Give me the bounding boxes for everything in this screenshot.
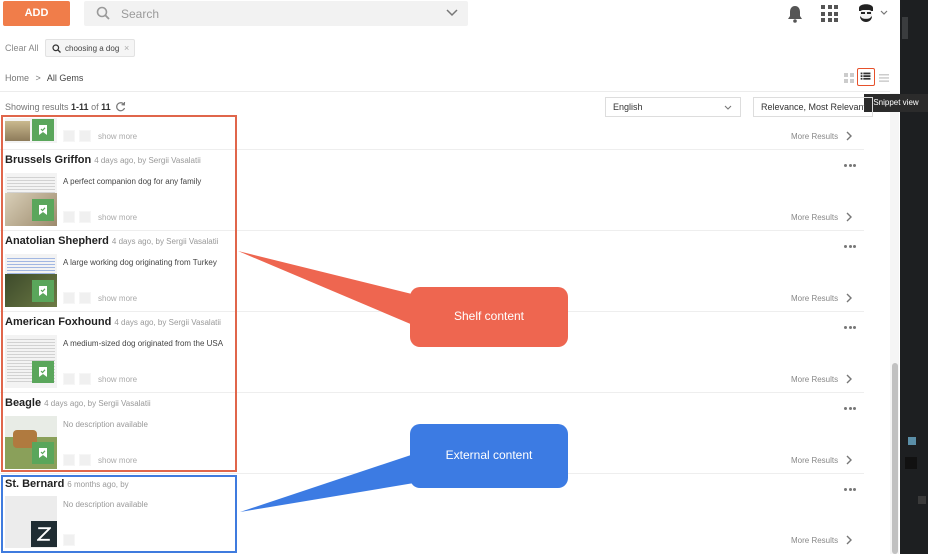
search-bar[interactable]: Search (84, 1, 468, 26)
snippet-view-tooltip: Snippet view (864, 94, 928, 112)
external-content-outline (1, 475, 237, 553)
language-select[interactable]: English (605, 97, 741, 117)
more-results-link[interactable]: More Results (791, 456, 838, 465)
scrollbar-thumb[interactable] (892, 363, 898, 554)
bell-icon[interactable] (787, 5, 803, 23)
filter-chip-label: choosing a dog (65, 44, 120, 53)
chevron-right-icon[interactable] (846, 535, 853, 545)
results-summary: Showing results 1-11 of 11 (5, 102, 111, 112)
close-icon[interactable]: × (124, 43, 129, 53)
row-divider (0, 473, 864, 474)
list-view-icon[interactable] (879, 73, 889, 83)
more-results-link[interactable]: More Results (791, 375, 838, 384)
divider (0, 91, 890, 92)
sort-select[interactable]: Relevance, Most Relevant (753, 97, 873, 117)
chevron-right-icon[interactable] (846, 455, 853, 465)
more-results-link[interactable]: More Results (791, 213, 838, 222)
chevron-right-icon[interactable] (846, 131, 853, 141)
breadcrumb-separator: > (35, 73, 41, 83)
filter-chip[interactable]: choosing a dog × (45, 39, 135, 57)
more-options-icon[interactable] (844, 164, 856, 168)
language-select-value: English (613, 102, 643, 112)
avatar[interactable] (856, 2, 876, 26)
page: ADD Search Clear All choosing a dog × Ho… (0, 0, 928, 554)
chevron-down-icon[interactable] (446, 9, 458, 17)
more-results-link[interactable]: More Results (791, 294, 838, 303)
chevron-down-icon[interactable] (880, 10, 888, 16)
search-icon (96, 6, 110, 20)
chevron-right-icon[interactable] (846, 293, 853, 303)
more-options-icon[interactable] (844, 407, 856, 411)
search-placeholder: Search (121, 7, 160, 21)
more-results-link[interactable]: More Results (791, 536, 838, 545)
snippet-view-icon (860, 72, 871, 80)
more-results-link[interactable]: More Results (791, 132, 838, 141)
snippet-view-button[interactable] (857, 68, 875, 86)
breadcrumb-current: All Gems (46, 73, 84, 83)
tile-view-icon[interactable] (844, 73, 854, 83)
more-options-icon[interactable] (844, 326, 856, 330)
chevron-right-icon[interactable] (846, 212, 853, 222)
chevron-down-icon (724, 105, 732, 110)
add-button[interactable]: ADD (3, 1, 70, 26)
adjacent-window-strip (900, 0, 928, 554)
chevron-right-icon[interactable] (846, 374, 853, 384)
refresh-icon[interactable] (115, 101, 126, 112)
more-options-icon[interactable] (844, 245, 856, 249)
sort-select-value: Relevance, Most Relevant (761, 102, 867, 112)
external-content-callout: External content (445, 448, 533, 462)
breadcrumb-home[interactable]: Home (5, 73, 29, 83)
breadcrumb: Home > All Gems (5, 73, 83, 83)
shelf-content-outline (1, 115, 237, 472)
apps-grid-icon[interactable] (821, 5, 838, 22)
more-options-icon[interactable] (844, 488, 856, 492)
search-icon (52, 44, 61, 53)
shelf-content-callout: Shelf content (453, 309, 525, 323)
clear-all-link[interactable]: Clear All (5, 43, 39, 53)
